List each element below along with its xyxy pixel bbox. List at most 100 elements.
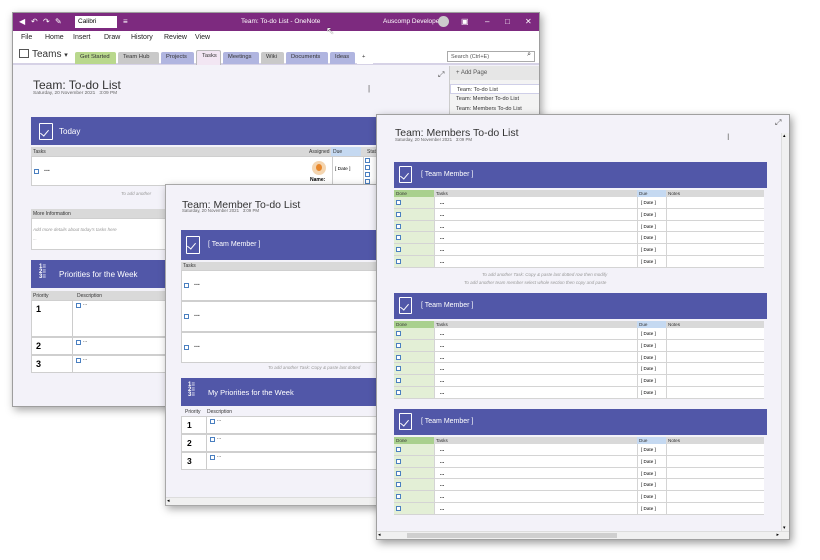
team-member-heading[interactable]: [ Team Member ] (421, 171, 473, 178)
notes-cell[interactable] (666, 232, 764, 244)
menu-view[interactable]: View (195, 34, 210, 41)
horizontal-scrollbar[interactable]: ◂ ▸ (377, 531, 789, 539)
task-cell[interactable]: ... (434, 244, 637, 255)
notes-cell[interactable] (666, 375, 764, 386)
task-cell[interactable]: ... (434, 467, 637, 479)
horizontal-scrollbar[interactable]: ◂ (166, 497, 386, 505)
notes-cell[interactable] (666, 503, 764, 514)
section-tab[interactable]: Projects (161, 52, 194, 64)
task-cell[interactable]: ... (434, 208, 637, 220)
scroll-thumb[interactable] (407, 533, 617, 538)
task-cell[interactable]: ... (434, 503, 637, 514)
done-checkbox[interactable] (396, 259, 401, 264)
notes-cell[interactable] (666, 328, 764, 339)
task-cell[interactable]: ... (434, 232, 637, 244)
page-item[interactable]: Team: To-do List (450, 84, 539, 94)
task-cell[interactable]: ... (434, 197, 637, 208)
ink-icon[interactable]: ✎ (55, 17, 62, 27)
notes-cell[interactable] (666, 467, 764, 479)
notes-cell[interactable] (666, 444, 764, 455)
due-cell[interactable]: [ Date ] (637, 208, 666, 220)
user-name[interactable]: Auscomp Developer (383, 17, 442, 27)
menu-review[interactable]: Review (164, 34, 187, 41)
done-checkbox[interactable] (396, 470, 401, 476)
due-cell[interactable]: [ Date ] (637, 339, 666, 351)
notes-cell[interactable] (666, 197, 764, 208)
menu-home[interactable]: Home (45, 34, 64, 41)
priority-checkbox[interactable] (210, 455, 215, 460)
due-cell[interactable]: [ Date ] (637, 328, 666, 339)
done-checkbox[interactable] (396, 247, 401, 253)
expand-icon[interactable]: ⤢ (438, 70, 444, 80)
due-cell[interactable]: [ Date ] (637, 387, 666, 398)
section-tab[interactable]: Tasks (196, 50, 221, 65)
done-checkbox[interactable] (396, 354, 401, 360)
due-cell[interactable]: [ Date ] (637, 479, 666, 491)
due-cell[interactable]: [ Date ] (637, 232, 666, 244)
due-cell[interactable]: [ Date ] (637, 491, 666, 502)
section-tab[interactable]: Documents (286, 52, 328, 64)
notes-cell[interactable] (666, 387, 764, 398)
done-checkbox[interactable] (396, 366, 401, 372)
scroll-up-icon[interactable]: ▴ (783, 133, 786, 139)
priority-checkbox[interactable] (210, 419, 215, 424)
task-checkbox[interactable] (184, 283, 189, 288)
close-icon[interactable]: ✕ (525, 17, 532, 27)
user-avatar[interactable] (438, 16, 449, 27)
done-checkbox[interactable] (396, 342, 401, 348)
section-tab[interactable]: Team Hub (118, 52, 159, 64)
team-member-heading[interactable]: [ Team Member ] (208, 241, 260, 248)
task-cell[interactable]: ... (434, 328, 637, 339)
priority-checkbox[interactable] (76, 358, 81, 363)
task-cell[interactable]: ... (434, 363, 637, 375)
task-checkbox[interactable] (184, 345, 189, 350)
notes-cell[interactable] (666, 208, 764, 220)
notes-cell[interactable] (666, 479, 764, 491)
done-checkbox[interactable] (396, 378, 401, 384)
priority-checkbox[interactable] (210, 437, 215, 442)
quick-access-dropdown-icon[interactable]: ≡ (123, 17, 128, 27)
redo-icon[interactable]: ↷ (43, 17, 50, 27)
add-page-button[interactable]: + Add Page (450, 66, 539, 80)
back-icon[interactable]: ◀ (19, 17, 25, 27)
expand-icon[interactable]: ⤢ (775, 118, 781, 128)
task-checkbox[interactable] (184, 314, 189, 319)
notes-cell[interactable] (666, 363, 764, 375)
done-checkbox[interactable] (396, 494, 401, 500)
section-tab[interactable]: + (357, 52, 373, 64)
search-input[interactable]: Search (Ctrl+E) (447, 51, 535, 62)
done-checkbox[interactable] (396, 331, 401, 336)
due-cell[interactable]: [ Date ] (637, 351, 666, 363)
menu-history[interactable]: History (131, 34, 153, 41)
done-checkbox[interactable] (396, 200, 401, 205)
task-cell[interactable]: ... (434, 375, 637, 386)
undo-icon[interactable]: ↶ (31, 17, 38, 27)
scroll-right-icon[interactable]: ▸ (776, 532, 779, 538)
done-checkbox[interactable] (396, 447, 401, 452)
notes-cell[interactable] (666, 455, 764, 467)
task-cell[interactable]: ... (434, 444, 637, 455)
task-cell[interactable]: ... (434, 220, 637, 232)
due-cell[interactable]: [ Date ] (637, 467, 666, 479)
page-item[interactable]: Team: Member To-do List (450, 94, 539, 104)
due-cell[interactable]: [ Date ] (637, 363, 666, 375)
font-name-box[interactable]: Calibri (75, 16, 117, 28)
due-cell[interactable]: [ Date ] (637, 444, 666, 455)
due-cell[interactable]: [ Date ] (332, 157, 362, 185)
task-cell[interactable]: ... (434, 256, 637, 267)
task-cell[interactable]: ... (434, 479, 637, 491)
done-checkbox[interactable] (396, 390, 401, 395)
notes-cell[interactable] (666, 339, 764, 351)
notes-cell[interactable] (666, 256, 764, 267)
vertical-scrollbar[interactable]: ▴ ▾ (781, 133, 789, 531)
menu-draw[interactable]: Draw (104, 34, 120, 41)
team-member-heading[interactable]: [ Team Member ] (421, 418, 473, 425)
done-checkbox[interactable] (396, 482, 401, 488)
notebook-selector[interactable]: Teams ▾ (19, 49, 68, 60)
done-checkbox[interactable] (396, 211, 401, 217)
maximize-icon[interactable]: □ (505, 17, 510, 27)
scroll-left-icon[interactable]: ◂ (167, 498, 170, 504)
task-checkbox[interactable] (34, 169, 39, 174)
notes-cell[interactable] (666, 220, 764, 232)
priority-checkbox[interactable] (76, 340, 81, 345)
